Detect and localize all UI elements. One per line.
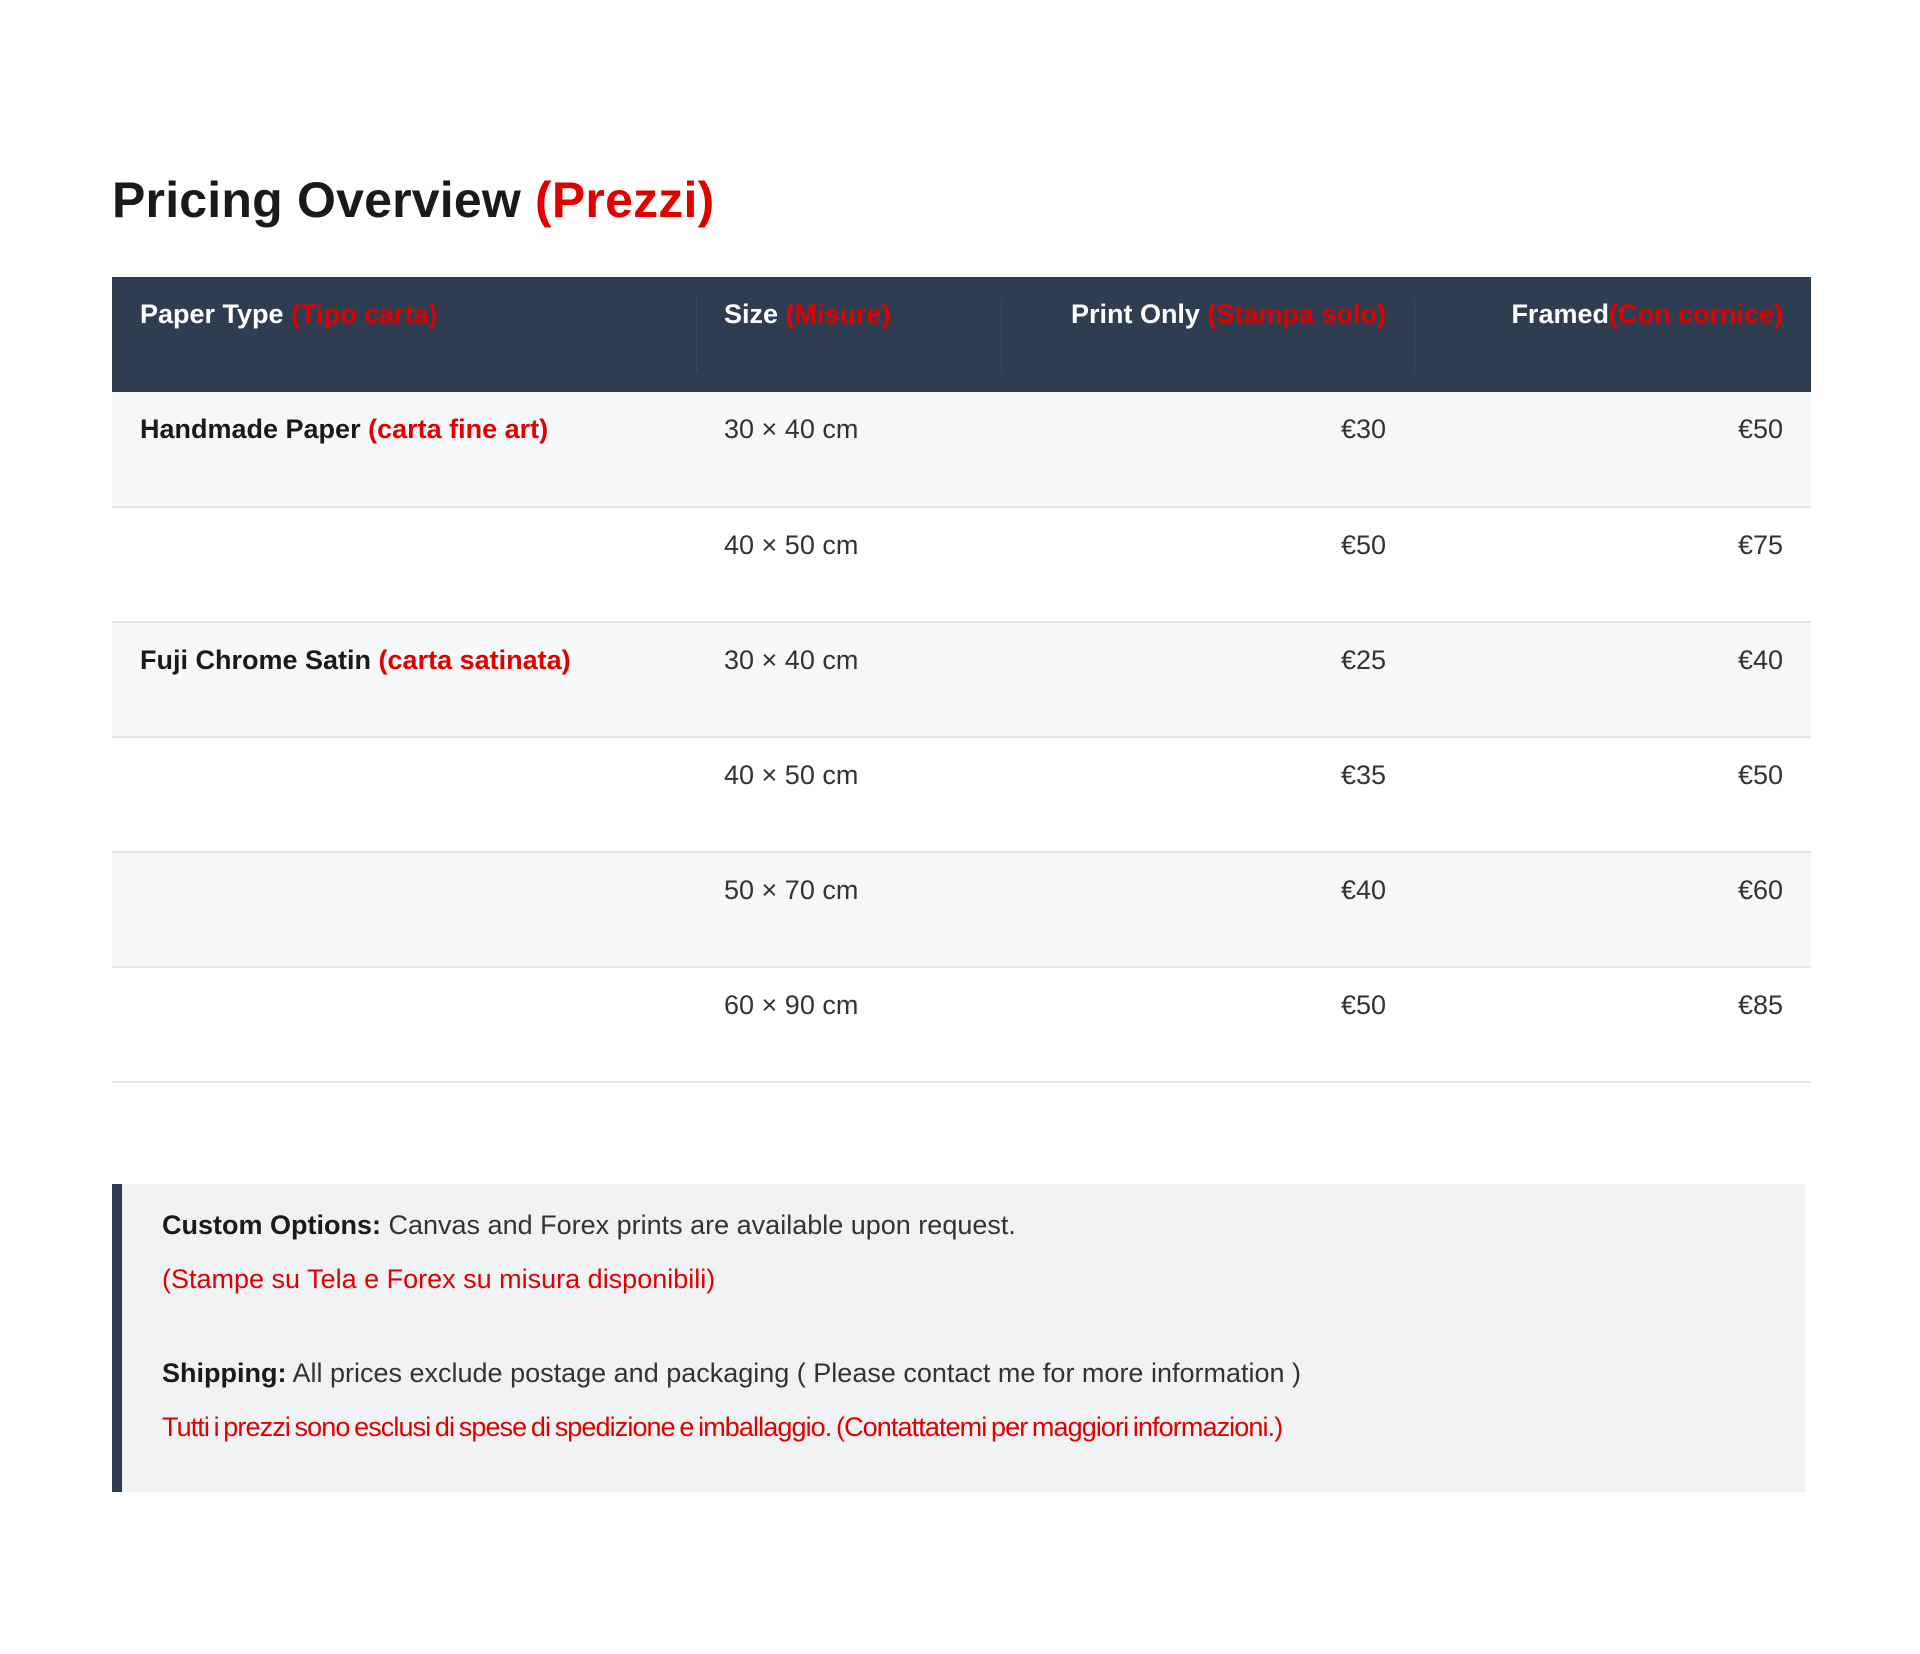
pricing-page: Pricing Overview (Prezzi) Paper Type (Ti… [0,0,1920,1654]
header-print-only-translation: (Stampa solo) [1207,299,1386,329]
header-size-label: Size [724,299,779,329]
header-row: Paper Type (Tipo carta) Size (Misure) Pr… [112,277,1811,392]
shipping-label: Shipping: [162,1358,287,1388]
pricing-table-header: Paper Type (Tipo carta) Size (Misure) Pr… [112,277,1811,392]
pricing-table-body: Handmade Paper (carta fine art) 30 × 40 … [112,392,1811,1083]
page-title-translation: (Prezzi) [535,172,715,228]
header-divider [1414,297,1415,372]
page-title-main: Pricing Overview [112,172,521,228]
header-framed: Framed(Con cornice) [1414,277,1811,392]
custom-options-line: Custom Options: Canvas and Forex prints … [162,1209,1805,1241]
cell-print-price: €50 [1001,967,1414,1083]
table-row: Handmade Paper (carta fine art) 30 × 40 … [112,392,1811,508]
paper-name: Handmade Paper [140,414,361,444]
page-title: Pricing Overview (Prezzi) [112,170,714,230]
header-paper-type-translation: (Tipo carta) [291,299,438,329]
table-row: 40 × 50 cm €50 €75 [112,507,1811,623]
cell-framed-price: €40 [1414,622,1811,738]
custom-options-label: Custom Options: [162,1210,381,1240]
cell-print-price: €40 [1001,852,1414,968]
cell-print-price: €35 [1001,737,1414,853]
cell-framed-price: €85 [1414,967,1811,1083]
shipping-line: Shipping: All prices exclude postage and… [162,1357,1805,1389]
cell-paper-type [112,967,696,1083]
pricing-table: Paper Type (Tipo carta) Size (Misure) Pr… [112,277,1811,1083]
paper-translation: (carta fine art) [368,414,549,444]
cell-framed-price: €50 [1414,737,1811,853]
info-notice: Custom Options: Canvas and Forex prints … [112,1184,1805,1492]
custom-options-text: Canvas and Forex prints are available up… [388,1210,1016,1240]
paper-translation: (carta satinata) [378,645,571,675]
custom-options-translation: (Stampe su Tela e Forex su misura dispon… [162,1264,716,1294]
cell-paper-type: Fuji Chrome Satin (carta satinata) [112,622,696,738]
header-paper-type-label: Paper Type [140,299,284,329]
header-divider [696,297,697,372]
cell-size: 40 × 50 cm [696,507,1001,623]
table-row: 60 × 90 cm €50 €85 [112,967,1811,1083]
header-framed-translation: (Con cornice) [1608,299,1783,329]
header-print-only-label: Print Only [1070,299,1200,329]
cell-print-price: €50 [1001,507,1414,623]
header-paper-type: Paper Type (Tipo carta) [112,277,696,392]
paper-name: Fuji Chrome Satin [140,645,372,675]
cell-paper-type [112,507,696,623]
cell-paper-type [112,737,696,853]
cell-framed-price: €60 [1414,852,1811,968]
cell-framed-price: €50 [1414,392,1811,508]
cell-size: 30 × 40 cm [696,622,1001,738]
cell-size: 50 × 70 cm [696,852,1001,968]
header-print-only: Print Only (Stampa solo) [1001,277,1414,392]
header-framed-label: Framed [1511,299,1609,329]
cell-size: 30 × 40 cm [696,392,1001,508]
header-size-translation: (Misure) [785,299,891,329]
cell-size: 40 × 50 cm [696,737,1001,853]
cell-size: 60 × 90 cm [696,967,1001,1083]
header-size: Size (Misure) [696,277,1001,392]
cell-print-price: €30 [1001,392,1414,508]
shipping-translation: Tutti i prezzi sono esclusi di spese di … [162,1412,1283,1442]
table-row: 50 × 70 cm €40 €60 [112,852,1811,968]
table-row: 40 × 50 cm €35 €50 [112,737,1811,853]
shipping-text: All prices exclude postage and packaging… [292,1358,1302,1388]
table-row: Fuji Chrome Satin (carta satinata) 30 × … [112,622,1811,738]
cell-paper-type: Handmade Paper (carta fine art) [112,392,696,508]
cell-paper-type [112,852,696,968]
cell-print-price: €25 [1001,622,1414,738]
cell-framed-price: €75 [1414,507,1811,623]
header-divider [1001,297,1002,372]
